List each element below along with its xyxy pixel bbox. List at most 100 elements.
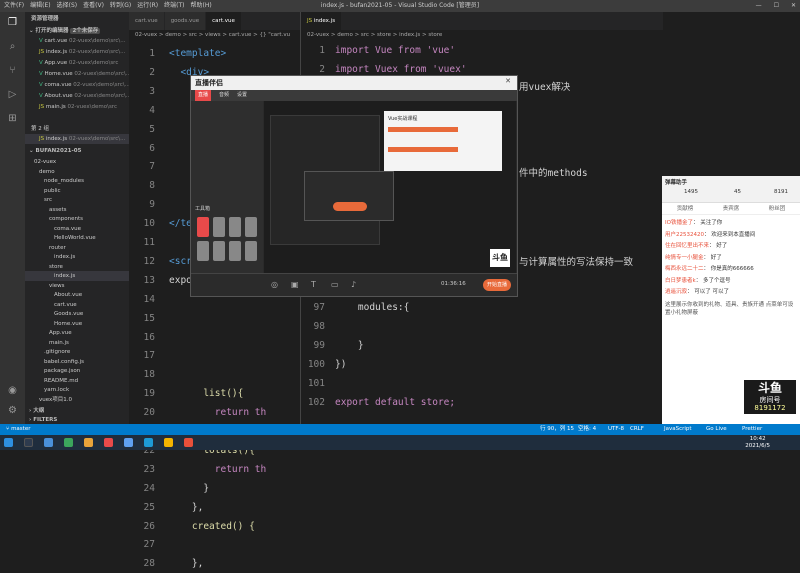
text-icon[interactable]: T bbox=[311, 280, 316, 289]
indent-setting[interactable]: 空格: 4 bbox=[578, 424, 596, 435]
camera-icon[interactable]: ◎ bbox=[271, 280, 278, 289]
open-file-item[interactable]: V cart.vue 02-vuex\demo\src\... bbox=[25, 36, 129, 46]
branch-indicator[interactable]: ⑂ master bbox=[6, 424, 30, 435]
tree-item[interactable]: main.js bbox=[25, 338, 129, 348]
tree-item[interactable]: package.json bbox=[25, 366, 129, 376]
chat-username[interactable]: 用户22532420 bbox=[665, 232, 704, 238]
code-line[interactable]: return th bbox=[169, 460, 266, 479]
tab-settings[interactable]: 设置 bbox=[237, 90, 247, 101]
code-line[interactable]: return th bbox=[169, 403, 266, 422]
prettier-status[interactable]: Prettier bbox=[742, 424, 762, 435]
tree-item[interactable]: coma.vue bbox=[25, 224, 129, 234]
tool-icon[interactable] bbox=[229, 241, 241, 261]
tree-item[interactable]: assets bbox=[25, 205, 129, 215]
code-line[interactable]: }, bbox=[169, 554, 203, 573]
tree-item[interactable]: HelloWorld.vue bbox=[25, 233, 129, 243]
code-line[interactable]: created() { bbox=[169, 517, 255, 536]
tree-item[interactable]: yarn.lock bbox=[25, 385, 129, 395]
debug-icon[interactable]: ▷ bbox=[6, 88, 19, 101]
account-icon[interactable]: ◉ bbox=[6, 384, 19, 397]
screen-icon[interactable]: ▭ bbox=[331, 280, 339, 289]
code-line[interactable]: }) bbox=[335, 355, 346, 374]
tree-item[interactable]: App.vue bbox=[25, 328, 129, 338]
mic-icon[interactable]: ♪ bbox=[351, 280, 356, 289]
open-editors-header[interactable]: ⌄ 打开的编辑器 2个未保存 bbox=[25, 26, 129, 36]
code-line[interactable]: }, bbox=[169, 498, 203, 517]
code-line[interactable]: import Vue from 'vue' bbox=[335, 41, 455, 60]
tab-audio[interactable]: 音频 bbox=[219, 90, 229, 101]
tab-contribution[interactable]: 贡献榜 bbox=[677, 204, 694, 214]
tab-fans[interactable]: 粉丝团 bbox=[769, 204, 786, 214]
tree-item[interactable]: public bbox=[25, 186, 129, 196]
tab-vip[interactable]: 贵宾席 bbox=[723, 204, 740, 214]
tree-item[interactable]: components bbox=[25, 214, 129, 224]
close-icon[interactable]: ✕ bbox=[791, 0, 796, 12]
folder-icon[interactable] bbox=[84, 438, 93, 447]
chat-username[interactable]: IO铁播金了 bbox=[665, 220, 693, 226]
tree-item[interactable]: 02-vuex bbox=[25, 157, 129, 167]
tree-item[interactable]: Goods.vue bbox=[25, 309, 129, 319]
tree-item[interactable]: router bbox=[25, 243, 129, 253]
code-line[interactable]: <template> bbox=[169, 44, 226, 63]
tab-goods-vue[interactable]: goods.vue bbox=[164, 12, 207, 30]
app-icon[interactable] bbox=[104, 438, 113, 447]
tool-icon[interactable] bbox=[213, 217, 225, 237]
tree-item[interactable]: About.vue bbox=[25, 290, 129, 300]
vscode-icon[interactable] bbox=[144, 438, 153, 447]
filters-header[interactable]: › FILTERS bbox=[25, 415, 129, 424]
code-line[interactable]: <scr bbox=[169, 252, 192, 271]
chat-username[interactable]: 梅西永远二十二 bbox=[665, 266, 704, 272]
app-icon[interactable] bbox=[164, 438, 173, 447]
gear-icon[interactable]: ⚙ bbox=[6, 404, 19, 417]
line-ending[interactable]: CRLF bbox=[630, 424, 644, 435]
tree-item[interactable]: vuex项目1.0 bbox=[25, 395, 129, 405]
open-file-item[interactable]: V About.vue 02-vuex\demo\src\... bbox=[25, 91, 129, 101]
code-line[interactable]: list(){ bbox=[169, 384, 243, 403]
tree-item[interactable]: cart.vue bbox=[25, 300, 129, 310]
go-live-button[interactable]: Go Live bbox=[706, 424, 727, 435]
start-live-button[interactable]: 开始直播 bbox=[483, 279, 511, 291]
minimize-icon[interactable]: — bbox=[756, 0, 762, 12]
streaming-app-icon[interactable] bbox=[184, 438, 193, 447]
tab-cart-vue-active[interactable]: cart.vue bbox=[206, 12, 242, 30]
tree-item[interactable]: src bbox=[25, 195, 129, 205]
close-icon[interactable]: ✕ bbox=[505, 77, 511, 85]
tree-item[interactable]: .gitignore bbox=[25, 347, 129, 357]
open-file-item[interactable]: JS index.js 02-vuex\demo\src\... bbox=[25, 134, 129, 144]
open-file-item[interactable]: V App.vue 02-vuex\demo\src bbox=[25, 58, 129, 68]
cursor-position[interactable]: 行 90，列 15 bbox=[540, 424, 574, 435]
open-file-item[interactable]: V coma.vue 02-vuex\demo\src\... bbox=[25, 80, 129, 90]
open-file-item[interactable]: JS main.js 02-vuex\demo\src bbox=[25, 102, 129, 112]
chat-username[interactable]: 住在回忆里出不来 bbox=[665, 243, 709, 249]
code-line[interactable]: expo bbox=[169, 271, 192, 290]
tree-item[interactable]: index.js bbox=[25, 271, 129, 281]
tab-cart-vue[interactable]: cart.vue bbox=[129, 12, 165, 30]
source-control-icon[interactable]: ⑂ bbox=[6, 64, 19, 77]
open-file-item[interactable]: JS index.js 02-vuex\demo\src\... bbox=[25, 47, 129, 57]
code-line[interactable]: } bbox=[335, 336, 364, 355]
tool-icon[interactable] bbox=[213, 241, 225, 261]
search-icon[interactable] bbox=[24, 438, 33, 447]
language-mode[interactable]: JavaScript bbox=[664, 424, 692, 435]
tab-index-js[interactable]: JS index.js bbox=[301, 12, 343, 30]
tool-icon[interactable] bbox=[229, 217, 241, 237]
dialog-button[interactable] bbox=[333, 202, 367, 211]
browser-icon[interactable] bbox=[124, 438, 133, 447]
encoding[interactable]: UTF-8 bbox=[608, 424, 624, 435]
tab-live[interactable]: 直播 bbox=[195, 90, 212, 101]
open-file-item[interactable]: V Home.vue 02-vuex\demo\src\... bbox=[25, 69, 129, 79]
tree-item[interactable]: index.js bbox=[25, 252, 129, 262]
image-icon[interactable]: ▣ bbox=[291, 280, 299, 289]
tool-icon[interactable] bbox=[197, 241, 209, 261]
tool-icon[interactable] bbox=[245, 217, 257, 237]
tree-item[interactable]: Home.vue bbox=[25, 319, 129, 329]
chat-username[interactable]: 逍遥沉寂 bbox=[665, 289, 687, 295]
code-line[interactable]: modules:{ bbox=[335, 298, 409, 317]
tree-item[interactable]: store bbox=[25, 262, 129, 272]
chat-username[interactable]: 纯情专一小腿金 bbox=[665, 255, 704, 261]
search-icon[interactable]: ⌕ bbox=[6, 40, 19, 53]
extensions-icon[interactable]: ⊞ bbox=[6, 112, 19, 125]
code-line[interactable]: export default store; bbox=[335, 393, 455, 412]
tree-item[interactable]: views bbox=[25, 281, 129, 291]
start-icon[interactable] bbox=[4, 438, 13, 447]
